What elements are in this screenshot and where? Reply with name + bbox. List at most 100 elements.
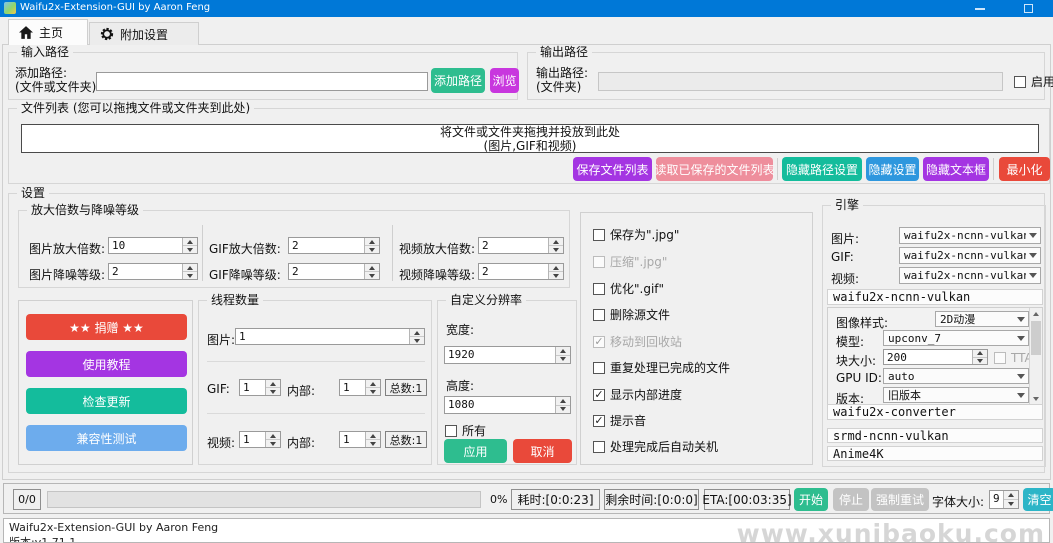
hide-textbox-button[interactable]: 隐藏文本框 (923, 157, 989, 181)
spin-up-icon[interactable] (556, 347, 570, 356)
donate-button[interactable]: ★★ 捐赠 ★★ (26, 314, 187, 340)
spin-up-icon[interactable] (549, 238, 563, 246)
spin-up-icon[interactable] (365, 238, 379, 246)
clear-button[interactable]: 清空 (1023, 488, 1053, 511)
gif-scale-spinbox[interactable]: 2 (288, 237, 380, 254)
image-denoise-spinbox[interactable]: 2 (108, 263, 198, 280)
spin-down-icon[interactable] (266, 388, 280, 395)
add-path-button[interactable]: 添加路径 (431, 68, 485, 93)
save-as-jpg-checkbox[interactable]: 保存为".jpg" (593, 226, 679, 243)
spin-value[interactable]: 1 (240, 380, 265, 395)
spin-up-icon[interactable] (266, 380, 280, 388)
minimize-to-tray-button[interactable]: 最小化 (999, 157, 1050, 181)
spin-down-icon[interactable] (549, 272, 563, 279)
checkbox-box[interactable] (593, 309, 605, 321)
scrollbar-thumb[interactable] (1031, 321, 1041, 355)
file-drop-zone[interactable]: 将文件或文件夹拖拽并投放到此处 (图片,GIF和视频) (21, 124, 1039, 153)
width-spinbox[interactable]: 1920 (444, 346, 571, 364)
check-update-button[interactable]: 检查更新 (26, 388, 187, 414)
spin-down-icon[interactable] (556, 406, 570, 414)
cancel-resolution-button[interactable]: 取消 (513, 439, 572, 463)
shutdown-after-finish-checkbox[interactable]: 处理完成后自动关机 (593, 438, 718, 455)
spin-value[interactable]: 2 (289, 264, 364, 279)
checkbox-box[interactable] (593, 389, 605, 401)
maximize-window-button[interactable] (1013, 0, 1043, 17)
tutorial-button[interactable]: 使用教程 (26, 351, 187, 377)
spin-value[interactable]: 1 (236, 329, 409, 344)
engine-video-dropdown[interactable]: waifu2x-ncnn-vulkan (899, 267, 1041, 284)
checkbox-box[interactable] (593, 441, 605, 453)
threads-gif-spinbox[interactable]: 1 (239, 379, 281, 396)
save-file-list-button[interactable]: 保存文件列表 (573, 157, 652, 181)
threads-gif-internal-spinbox[interactable]: 1 (339, 379, 381, 396)
hide-paths-button[interactable]: 隐藏路径设置 (782, 157, 862, 181)
spin-down-icon[interactable] (549, 246, 563, 253)
show-internal-progress-checkbox[interactable]: 显示内部进度 (593, 386, 682, 403)
spin-down-icon[interactable] (1004, 500, 1018, 508)
image-scale-spinbox[interactable]: 10 (108, 237, 198, 254)
spin-down-icon[interactable] (366, 440, 380, 447)
load-file-list-button[interactable]: 读取已保存的文件列表 (656, 157, 773, 181)
spin-up-icon[interactable] (366, 380, 380, 388)
threads-video-spinbox[interactable]: 1 (239, 431, 281, 448)
spin-up-icon[interactable] (183, 238, 197, 246)
resolution-all-checkbox[interactable]: 所有 (445, 422, 486, 439)
checkbox-box[interactable] (593, 283, 605, 295)
compatibility-test-button[interactable]: 兼容性测试 (26, 425, 187, 451)
engine-gif-dropdown[interactable]: waifu2x-ncnn-vulkan (899, 247, 1041, 264)
spin-down-icon[interactable] (973, 358, 987, 365)
checkbox-box[interactable] (1014, 76, 1026, 88)
spin-value[interactable]: 10 (109, 238, 182, 253)
font-size-spinbox[interactable]: 9 (989, 490, 1019, 509)
version-dropdown[interactable]: 旧版本 (883, 387, 1029, 403)
spin-down-icon[interactable] (183, 246, 197, 253)
browse-button[interactable]: 浏览 (490, 68, 519, 93)
engine-section-srmd-ncnn-vulkan[interactable]: srmd-ncnn-vulkan (827, 428, 1043, 443)
spin-up-icon[interactable] (556, 397, 570, 406)
spin-value[interactable]: 1 (340, 380, 365, 395)
spin-value[interactable]: 1 (340, 432, 365, 447)
spin-up-icon[interactable] (366, 432, 380, 440)
spin-down-icon[interactable] (366, 388, 380, 395)
spin-up-icon[interactable] (266, 432, 280, 440)
start-button[interactable]: 开始 (794, 488, 828, 511)
apply-resolution-button[interactable]: 应用 (444, 439, 507, 463)
threads-image-spinbox[interactable]: 1 (235, 328, 425, 345)
checkbox-box[interactable] (593, 362, 605, 374)
spin-value[interactable]: 1080 (445, 397, 555, 413)
spin-up-icon[interactable] (1004, 491, 1018, 500)
engine-scrollbar[interactable] (1029, 308, 1042, 405)
hide-settings-button[interactable]: 隐藏设置 (866, 157, 919, 181)
threads-video-internal-spinbox[interactable]: 1 (339, 431, 381, 448)
spin-value[interactable]: 2 (479, 264, 548, 279)
spin-down-icon[interactable] (266, 440, 280, 447)
sound-alert-checkbox[interactable]: 提示音 (593, 412, 646, 429)
input-path-field[interactable] (96, 72, 428, 91)
minimize-window-button[interactable] (965, 0, 995, 17)
engine-section-waifu2x-converter[interactable]: waifu2x-converter (827, 404, 1043, 420)
spin-down-icon[interactable] (183, 272, 197, 279)
scroll-up-icon[interactable] (1030, 308, 1042, 320)
spin-value[interactable]: 2 (289, 238, 364, 253)
engine-section-anime4k[interactable]: Anime4K (827, 446, 1043, 461)
checkbox-box[interactable] (593, 415, 605, 427)
engine-section-waifu2x-ncnn-vulkan[interactable]: waifu2x-ncnn-vulkan (827, 289, 1043, 305)
gpu-id-dropdown[interactable]: auto (883, 368, 1029, 384)
model-dropdown[interactable]: upconv_7 (883, 330, 1029, 346)
checkbox-box[interactable] (445, 425, 457, 437)
image-style-dropdown[interactable]: 2D动漫 (935, 311, 1029, 327)
spin-down-icon[interactable] (365, 246, 379, 253)
spin-value[interactable]: 2 (109, 264, 182, 279)
spin-up-icon[interactable] (365, 264, 379, 272)
spin-up-icon[interactable] (410, 329, 424, 337)
optimize-gif-checkbox[interactable]: 优化".gif" (593, 280, 664, 297)
video-denoise-spinbox[interactable]: 2 (478, 263, 564, 280)
spin-value[interactable]: 200 (884, 350, 972, 364)
height-spinbox[interactable]: 1080 (444, 396, 571, 414)
spin-down-icon[interactable] (556, 356, 570, 364)
spin-value[interactable]: 1920 (445, 347, 555, 363)
output-path-enable-checkbox[interactable]: 启用 (1014, 73, 1053, 90)
spin-up-icon[interactable] (973, 350, 987, 358)
spin-up-icon[interactable] (549, 264, 563, 272)
spin-down-icon[interactable] (365, 272, 379, 279)
